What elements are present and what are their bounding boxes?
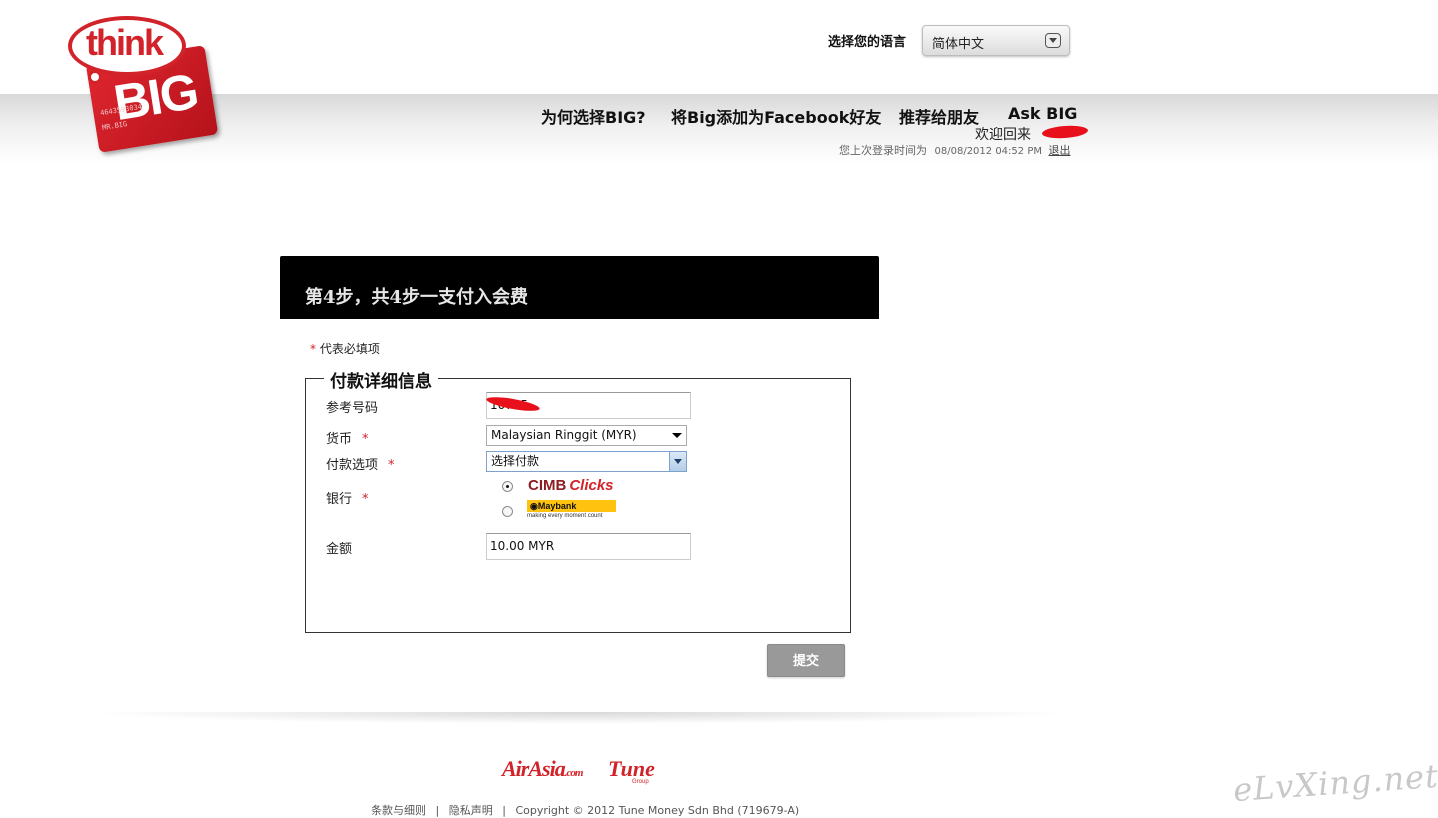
footer-separator: | (502, 804, 506, 817)
footer-divider (80, 712, 1080, 724)
chevron-down-icon (672, 433, 682, 438)
nav-why-big[interactable]: 为何选择BIG? (541, 104, 646, 128)
footer-link-privacy[interactable]: 隐私声明 (449, 804, 493, 817)
amount-field[interactable]: 10.00 MYR (486, 533, 691, 560)
chevron-down-icon[interactable] (669, 452, 686, 471)
currency-select[interactable]: Malaysian Ringgit (MYR) (486, 425, 687, 446)
step-header: 第4步，共4步一支付入会费 (280, 256, 879, 319)
last-login: 您上次登录时间为 08/08/2012 04:52 PM 退出 (839, 142, 1070, 158)
cimb-clicks-logo[interactable]: CIMB Clicks (528, 477, 614, 494)
currency-selected-value: Malaysian Ringgit (MYR) (491, 428, 637, 442)
tune-group-text: Group (632, 779, 649, 785)
step-title: 第4步，共4步一支付入会费 (305, 287, 529, 308)
payment-option-label-text: 付款选项 (326, 458, 379, 473)
required-note: * 代表必填项 (310, 340, 380, 357)
payment-details-legend: 付款详细信息 (324, 367, 438, 392)
nav-ask-big[interactable]: Ask BIG (1008, 104, 1077, 123)
bank-label: 银行 * (326, 488, 369, 507)
currency-label-text: 货币 (326, 432, 353, 447)
logo-bubble-tail (88, 70, 102, 84)
maybank-tagline: making every moment count (527, 513, 603, 519)
footer-link-terms[interactable]: 条款与细则 (371, 804, 426, 817)
nav-facebook[interactable]: 将Big添加为Facebook好友 (671, 104, 881, 128)
required-star: * (362, 432, 369, 447)
cimb-logo-suffix: Clicks (569, 477, 614, 494)
logout-link[interactable]: 退出 (1048, 144, 1070, 157)
maybank-logo-name: ◉Maybank (527, 500, 616, 512)
nav-refer-friend[interactable]: 推荐给朋友 (899, 104, 979, 128)
footer-copyright: Copyright © 2012 Tune Money Sdn Bhd (719… (515, 804, 800, 817)
submit-button[interactable]: 提交 (767, 644, 845, 677)
amount-label: 金额 (326, 542, 353, 557)
maybank-logo[interactable]: ◉Maybank making every moment count (527, 500, 616, 519)
language-label: 选择您的语言 (828, 35, 907, 50)
payment-option-select[interactable]: 选择付款 (486, 451, 687, 472)
cimb-logo-name: CIMB (528, 477, 567, 494)
reference-label: 参考号码 (326, 401, 379, 416)
required-note-text: 代表必填项 (319, 342, 380, 356)
required-star: * (362, 492, 369, 507)
bank-radio-cimb[interactable] (502, 481, 513, 492)
currency-label: 货币 * (326, 428, 369, 447)
bank-radio-maybank[interactable] (502, 506, 513, 517)
airasia-logo[interactable]: AirAsia.com (502, 756, 584, 782)
think-big-logo[interactable]: BIG 4643593034 MR.BIG think (66, 14, 226, 153)
payment-option-label: 付款选项 * (326, 454, 395, 473)
footer-separator: | (435, 804, 440, 817)
language-selected-value: 简体中文 (932, 37, 985, 52)
required-star: * (310, 342, 316, 356)
last-login-label: 您上次登录时间为 (839, 144, 927, 157)
footer-links: 条款与细则 | 隐私声明 | Copyright © 2012 Tune Mon… (371, 802, 799, 818)
payment-details-fieldset: 付款详细信息 参考号码 10725 货币* Malaysian Ringgit … (305, 367, 851, 633)
last-login-time: 08/08/2012 04:52 PM (934, 146, 1042, 157)
language-select[interactable]: 简体中文 (922, 25, 1070, 56)
required-star: * (388, 458, 395, 473)
payment-option-selected-value: 选择付款 (491, 454, 540, 468)
airasia-logo-text: AirAsia (502, 756, 566, 781)
welcome-text: 欢迎回来 (975, 127, 1031, 143)
airasia-logo-com: .com (564, 767, 584, 779)
watermark: eLvXing.net (1231, 756, 1438, 810)
bank-label-text: 银行 (326, 492, 353, 507)
chevron-down-icon[interactable] (1045, 33, 1061, 48)
logo-think-text: think (86, 22, 164, 63)
